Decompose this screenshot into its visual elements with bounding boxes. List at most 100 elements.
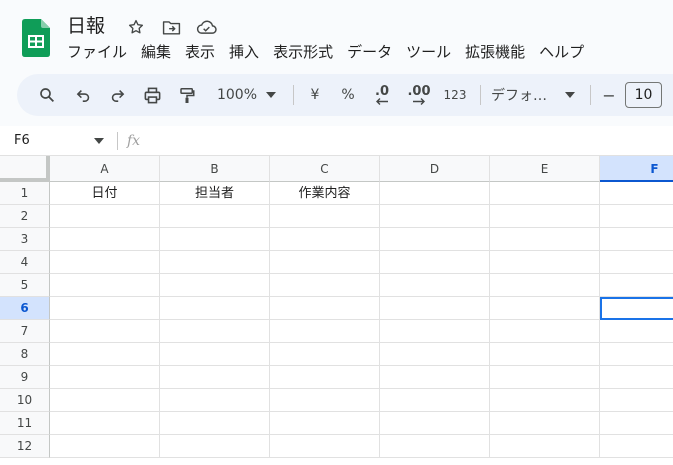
cell-b1[interactable]: 担当者 [160, 182, 270, 205]
menu-file[interactable]: ファイル [60, 41, 134, 63]
cell-e6[interactable] [490, 297, 600, 320]
cell-c12[interactable] [270, 435, 380, 458]
cell-d7[interactable] [380, 320, 490, 343]
cell-f10[interactable] [600, 389, 673, 412]
cell-b10[interactable] [160, 389, 270, 412]
cell-e10[interactable] [490, 389, 600, 412]
redo-icon[interactable] [105, 74, 129, 116]
cell-c10[interactable] [270, 389, 380, 412]
cell-a5[interactable] [50, 274, 160, 297]
cell-a9[interactable] [50, 366, 160, 389]
cell-b2[interactable] [160, 205, 270, 228]
cell-f7[interactable] [600, 320, 673, 343]
column-header-e[interactable]: E [490, 156, 600, 182]
menu-edit[interactable]: 編集 [134, 41, 178, 63]
cell-a1[interactable]: 日付 [50, 182, 160, 205]
cell-d11[interactable] [380, 412, 490, 435]
cell-b11[interactable] [160, 412, 270, 435]
menu-format[interactable]: 表示形式 [266, 41, 340, 63]
cell-b5[interactable] [160, 274, 270, 297]
font-size-input[interactable]: 10 [625, 82, 662, 108]
column-header-f[interactable]: F [600, 156, 673, 182]
cell-e1[interactable] [490, 182, 600, 205]
cell-f4[interactable] [600, 251, 673, 274]
cloud-saved-icon[interactable] [195, 16, 217, 38]
cell-c1[interactable]: 作業内容 [270, 182, 380, 205]
cell-c4[interactable] [270, 251, 380, 274]
cell-e5[interactable] [490, 274, 600, 297]
menu-data[interactable]: データ [340, 41, 399, 63]
currency-format-button[interactable]: ¥ [304, 74, 326, 116]
cell-b4[interactable] [160, 251, 270, 274]
cell-c9[interactable] [270, 366, 380, 389]
menu-help[interactable]: ヘルプ [532, 41, 591, 63]
cell-d10[interactable] [380, 389, 490, 412]
cell-f8[interactable] [600, 343, 673, 366]
search-menus-icon[interactable] [35, 74, 59, 116]
cell-b3[interactable] [160, 228, 270, 251]
cell-b12[interactable] [160, 435, 270, 458]
cell-d12[interactable] [380, 435, 490, 458]
cell-d8[interactable] [380, 343, 490, 366]
cell-c3[interactable] [270, 228, 380, 251]
paint-format-icon[interactable] [175, 74, 199, 116]
cell-f3[interactable] [600, 228, 673, 251]
cell-e7[interactable] [490, 320, 600, 343]
cell-c11[interactable] [270, 412, 380, 435]
row-header-10[interactable]: 10 [0, 389, 50, 412]
cell-a4[interactable] [50, 251, 160, 274]
row-header-3[interactable]: 3 [0, 228, 50, 251]
row-header-9[interactable]: 9 [0, 366, 50, 389]
font-family-select[interactable]: デフォ… [491, 74, 555, 116]
cell-f6[interactable] [600, 297, 673, 320]
row-header-6[interactable]: 6 [0, 297, 50, 320]
cell-c7[interactable] [270, 320, 380, 343]
cell-e12[interactable] [490, 435, 600, 458]
row-header-1[interactable]: 1 [0, 182, 50, 205]
cell-a2[interactable] [50, 205, 160, 228]
cell-c2[interactable] [270, 205, 380, 228]
row-header-4[interactable]: 4 [0, 251, 50, 274]
zoom-select[interactable]: 100% [212, 74, 262, 116]
cell-a12[interactable] [50, 435, 160, 458]
cell-a8[interactable] [50, 343, 160, 366]
cell-f1[interactable] [600, 182, 673, 205]
cell-d2[interactable] [380, 205, 490, 228]
row-header-11[interactable]: 11 [0, 412, 50, 435]
cell-d3[interactable] [380, 228, 490, 251]
row-header-7[interactable]: 7 [0, 320, 50, 343]
chevron-down-icon[interactable] [263, 74, 279, 116]
number-format-button[interactable]: 123 [441, 74, 469, 116]
menu-view[interactable]: 表示 [178, 41, 222, 63]
cell-e8[interactable] [490, 343, 600, 366]
row-header-2[interactable]: 2 [0, 205, 50, 228]
row-header-8[interactable]: 8 [0, 343, 50, 366]
column-header-d[interactable]: D [380, 156, 490, 182]
row-header-5[interactable]: 5 [0, 274, 50, 297]
cell-c5[interactable] [270, 274, 380, 297]
cell-a7[interactable] [50, 320, 160, 343]
cell-e11[interactable] [490, 412, 600, 435]
cell-d4[interactable] [380, 251, 490, 274]
cell-e9[interactable] [490, 366, 600, 389]
cell-b6[interactable] [160, 297, 270, 320]
percent-format-button[interactable]: % [337, 74, 359, 116]
cell-f11[interactable] [600, 412, 673, 435]
cell-e2[interactable] [490, 205, 600, 228]
cell-d6[interactable] [380, 297, 490, 320]
cell-d1[interactable] [380, 182, 490, 205]
menu-insert[interactable]: 挿入 [222, 41, 266, 63]
cell-c6[interactable] [270, 297, 380, 320]
undo-icon[interactable] [71, 74, 95, 116]
decrease-decimal-button[interactable]: .0 [369, 74, 395, 116]
select-all-corner[interactable] [0, 156, 50, 182]
sheets-logo-icon[interactable] [22, 19, 50, 57]
cell-d9[interactable] [380, 366, 490, 389]
column-header-a[interactable]: A [50, 156, 160, 182]
cell-a11[interactable] [50, 412, 160, 435]
cell-a3[interactable] [50, 228, 160, 251]
menu-extensions[interactable]: 拡張機能 [458, 41, 532, 63]
chevron-down-icon[interactable] [562, 74, 578, 116]
cell-f12[interactable] [600, 435, 673, 458]
column-header-c[interactable]: C [270, 156, 380, 182]
